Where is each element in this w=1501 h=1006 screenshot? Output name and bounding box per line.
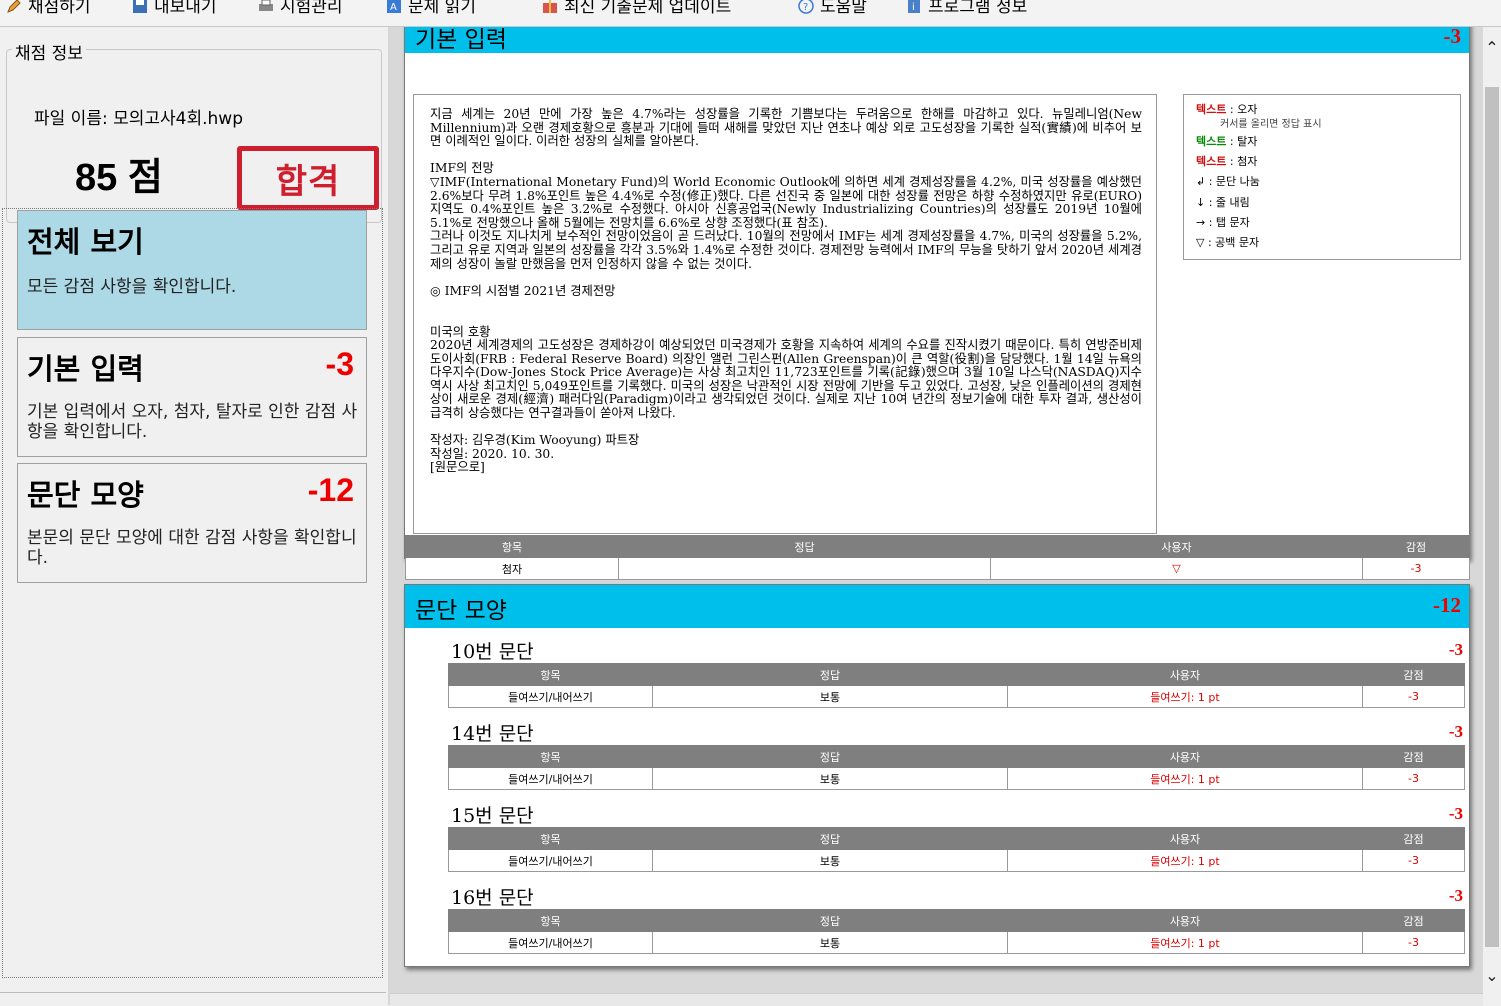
table-header-row: 항목 정답 사용자 감점 — [448, 827, 1465, 850]
update-label: 최신 기출문제 업데이트 — [564, 0, 732, 17]
svg-text:A: A — [390, 2, 397, 13]
horizontal-scrollbar[interactable] — [390, 993, 1483, 1006]
paragraph-shape-panel: 문단 모양 -12 10번 문단 -3 항목 정답 사용자 감점 들여쓰기/내어쓰기 보… — [404, 584, 1470, 967]
paragraph-group-title: 10번 문단 — [451, 641, 534, 663]
table-row: 들여쓰기/내어쓰기 보통 들여쓰기: 1 pt -3 — [448, 931, 1465, 954]
category-desc: 기본 입력에서 오자, 첨자, 탈자로 인한 감점 사항을 확인합니다. — [27, 402, 358, 442]
toolbar: 채점하기 내보내기 시험관리 A 문제 읽기 최신 기출문제 업데이트 ? 도움말 … — [0, 0, 1501, 27]
score-info-legend: 채점 정보 — [12, 39, 86, 64]
score-info-box: 파일 이름: 모의고사4회.hwp 85 점 합격 — [6, 49, 382, 223]
col-header-item: 항목 — [405, 535, 619, 558]
help-label: 도움말 — [820, 0, 867, 17]
panel-score: -3 — [1443, 27, 1462, 48]
col-header-user: 사용자 — [990, 535, 1363, 558]
table-row: 첨자 ▽ -3 — [405, 557, 1470, 580]
scrollbar-thumb[interactable] — [1485, 87, 1499, 947]
help-button[interactable]: ? 도움말 — [798, 0, 867, 17]
table-header-row: 항목 정답 사용자 감점 — [405, 535, 1470, 558]
paragraph-14-table: 항목 정답 사용자 감점 들여쓰기/내어쓰기 보통 들여쓰기: 1 pt -3 — [448, 745, 1465, 790]
col-header-answer: 정답 — [618, 535, 991, 558]
program-info-label: 프로그램 정보 — [928, 0, 1028, 17]
paragraph-10-table: 항목 정답 사용자 감점 들여쓰기/내어쓰기 보통 들여쓰기: 1 pt -3 — [448, 663, 1465, 708]
left-pane: 파일 이름: 모의고사4회.hwp 85 점 합격 채점 정보 전체 보기 모든… — [0, 27, 390, 1005]
panel-title: 기본 입력 — [415, 27, 507, 53]
cell-user: ▽ — [990, 557, 1363, 580]
read-problem-label: 문제 읽기 — [408, 0, 476, 17]
cell-answer — [618, 557, 991, 580]
program-info-button[interactable]: i 프로그램 정보 — [906, 0, 1027, 17]
paragraph-group-score: -3 — [1448, 640, 1463, 659]
file-name: 파일 이름: 모의고사4회.hwp — [34, 109, 243, 129]
marker-legend: 텍스트 : 오자 커서를 올리면 정답 표시 텍스트 : 탈자 텍스트 : 첨자… — [1183, 94, 1461, 260]
category-score: -12 — [307, 472, 354, 508]
paragraph-group-title: 16번 문단 — [451, 887, 534, 909]
total-score: 85 점 — [75, 157, 163, 199]
table-row: 들여쓰기/내어쓰기 보통 들여쓰기: 1 pt -3 — [448, 767, 1465, 790]
legend-row: ↲ : 문단 나눔 — [1196, 175, 1260, 188]
category-title: 기본 입력 — [27, 352, 144, 386]
category-desc: 본문의 문단 모양에 대한 감점 사항을 확인합니다. — [27, 528, 357, 568]
legend-row: ↓ : 줄 내림 — [1196, 196, 1250, 209]
translate-icon: A — [386, 0, 402, 14]
table-header-row: 항목 정답 사용자 감점 — [448, 663, 1465, 686]
category-desc: 모든 감점 사항을 확인합니다. — [27, 277, 237, 297]
scroll-up-icon[interactable]: ⌃ — [1483, 37, 1501, 59]
category-score: -3 — [325, 346, 354, 382]
svg-text:?: ? — [803, 2, 808, 13]
table-header-row: 항목 정답 사용자 감점 — [448, 909, 1465, 932]
scroll-down-icon[interactable]: ⌄ — [1483, 965, 1501, 987]
basic-input-panel: 기본 입력 -3 지금 세계는 20년 만에 가장 높은 4.7%라는 성장률을… — [404, 27, 1470, 580]
vertical-scrollbar[interactable]: ⌃ ⌄ — [1483, 27, 1501, 1005]
panel-score: -12 — [1433, 593, 1461, 617]
grade-button-label: 채점하기 — [28, 0, 91, 17]
panel-title: 문단 모양 — [415, 598, 507, 624]
table-row: 들여쓰기/내어쓰기 보통 들여쓰기: 1 pt -3 — [448, 849, 1465, 872]
basic-input-header: 기본 입력 -3 — [405, 27, 1469, 53]
cell-item: 첨자 — [405, 557, 619, 580]
paragraph-group-score: -3 — [1448, 722, 1463, 741]
document-preview[interactable]: 지금 세계는 20년 만에 가장 높은 4.7%라는 성장률을 기록한 기쁨보다… — [413, 94, 1157, 534]
export-button[interactable]: 내보내기 — [132, 0, 217, 17]
export-button-label: 내보내기 — [154, 0, 217, 17]
pencil-icon — [6, 0, 22, 14]
paragraph-shape-header: 문단 모양 -12 — [405, 585, 1469, 628]
exam-manage-label: 시험관리 — [280, 0, 343, 17]
detail-pane: 기본 입력 -3 지금 세계는 20년 만에 가장 높은 4.7%라는 성장률을… — [390, 27, 1483, 1005]
paragraph-group-title: 14번 문단 — [451, 723, 534, 745]
category-list: 전체 보기 모든 감점 사항을 확인합니다. 기본 입력 -3 기본 입력에서 … — [2, 208, 383, 978]
update-button[interactable]: 최신 기출문제 업데이트 — [542, 0, 731, 17]
exam-manage-button[interactable]: 시험관리 — [258, 0, 343, 17]
legend-row: ▽ : 공백 문자 — [1196, 236, 1260, 249]
paragraph-16-table: 항목 정답 사용자 감점 들여쓰기/내어쓰기 보통 들여쓰기: 1 pt -3 — [448, 909, 1465, 954]
table-header-row: 항목 정답 사용자 감점 — [448, 745, 1465, 768]
legend-row: → : 탭 문자 — [1196, 216, 1250, 229]
cell-deduction: -3 — [1362, 557, 1470, 580]
category-title: 전체 보기 — [27, 225, 144, 259]
document-text: 지금 세계는 20년 만에 가장 높은 4.7%라는 성장률을 기록한 기쁨보다… — [430, 107, 1142, 475]
paragraph-group-title: 15번 문단 — [451, 805, 534, 827]
svg-text:i: i — [912, 2, 915, 13]
paragraph-group-score: -3 — [1448, 804, 1463, 823]
pass-stamp: 합격 — [237, 146, 379, 210]
printer-icon — [258, 0, 274, 14]
info-icon: i — [906, 0, 922, 14]
save-icon — [132, 0, 148, 14]
legend-row: 텍스트 : 첨자 — [1196, 155, 1258, 168]
paragraph-15-table: 항목 정답 사용자 감점 들여쓰기/내어쓰기 보통 들여쓰기: 1 pt -3 — [448, 827, 1465, 872]
read-problem-button[interactable]: A 문제 읽기 — [386, 0, 476, 17]
basic-input-table: 항목 정답 사용자 감점 첨자 ▽ -3 — [405, 535, 1470, 580]
col-header-deduction: 감점 — [1362, 535, 1470, 558]
left-divider — [0, 992, 386, 993]
grade-button[interactable]: 채점하기 — [6, 0, 91, 17]
table-row: 들여쓰기/내어쓰기 보통 들여쓰기: 1 pt -3 — [448, 685, 1465, 708]
help-icon: ? — [798, 0, 814, 14]
gift-icon — [542, 0, 558, 14]
category-basic-input[interactable]: 기본 입력 -3 기본 입력에서 오자, 첨자, 탈자로 인한 감점 사항을 확… — [17, 337, 367, 457]
legend-row: 텍스트 : 탈자 — [1196, 135, 1258, 148]
category-paragraph-shape[interactable]: 문단 모양 -12 본문의 문단 모양에 대한 감점 사항을 확인합니다. — [17, 463, 367, 583]
category-all[interactable]: 전체 보기 모든 감점 사항을 확인합니다. — [17, 210, 367, 330]
paragraph-group-score: -3 — [1448, 886, 1463, 905]
category-title: 문단 모양 — [27, 478, 144, 512]
legend-subtext: 커서를 올리면 정답 표시 — [1220, 119, 1322, 130]
